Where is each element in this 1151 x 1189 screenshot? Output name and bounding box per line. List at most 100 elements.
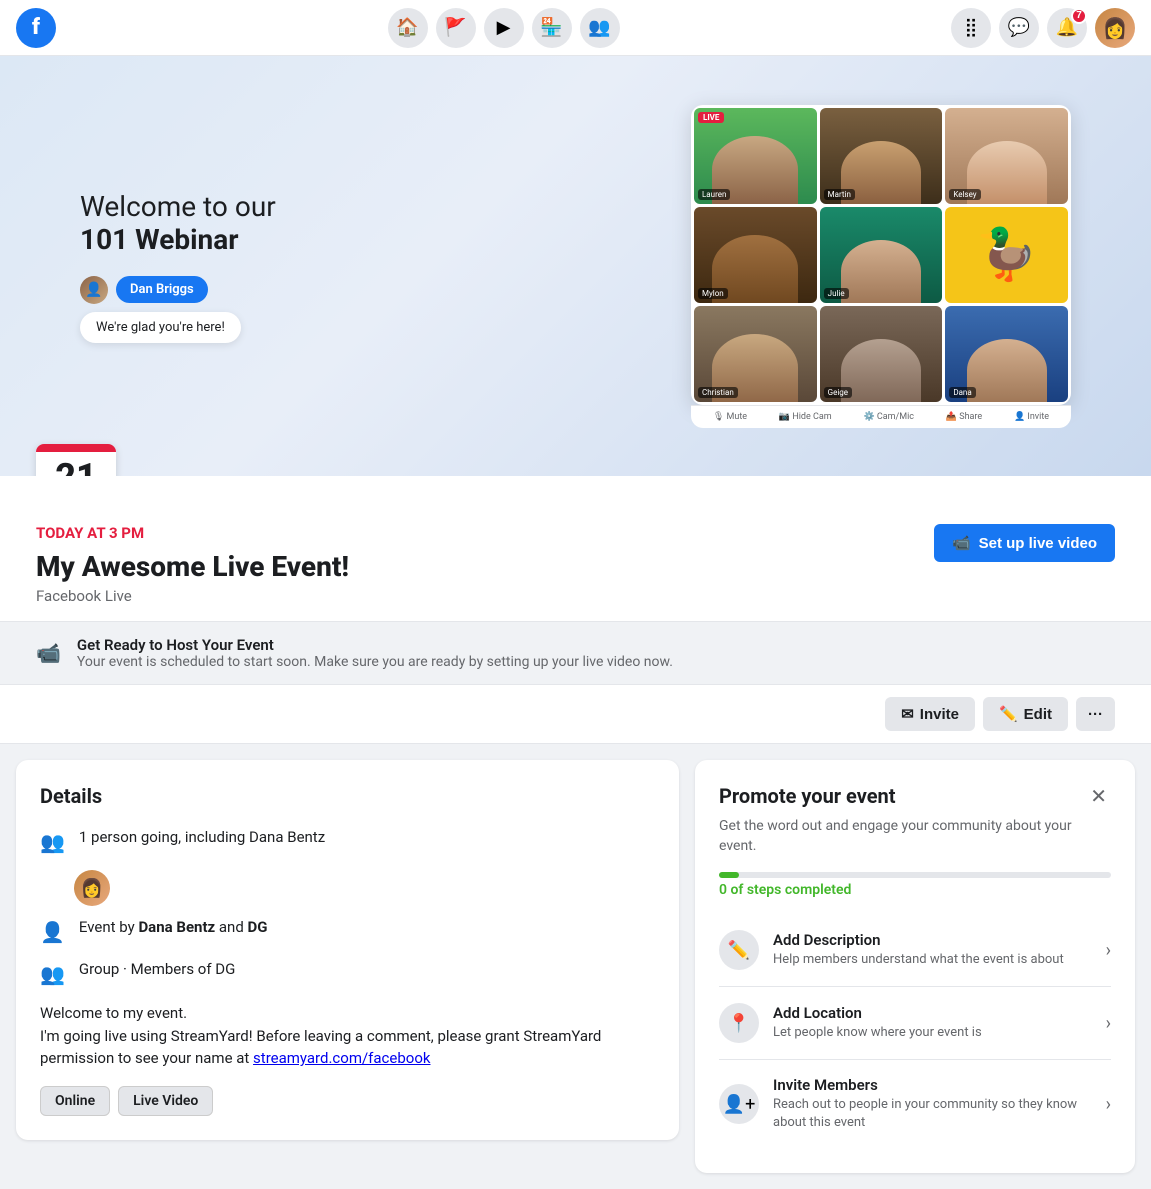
grid-menu-button[interactable]: ⣿	[951, 8, 991, 48]
alert-subtitle: Your event is scheduled to start soon. M…	[77, 654, 673, 670]
progress-bar-track	[719, 872, 1111, 878]
date-badge-top	[36, 444, 116, 452]
home-nav-button[interactable]: 🏠	[388, 8, 428, 48]
invite-video-btn: 👤 Invite	[1014, 412, 1049, 422]
add-description-icon: ✏️	[719, 930, 759, 970]
streamyard-link[interactable]: streamyard.com/facebook	[253, 1049, 430, 1067]
video-cell-dana: Dana	[945, 306, 1068, 402]
cam-mic-btn: ⚙️ Cam/Mic	[863, 412, 914, 422]
steps-completed: 0	[719, 882, 727, 898]
video-cell-martin: Martin	[820, 108, 943, 204]
dan-briggs-bubble: 👤 Dan Briggs	[80, 276, 276, 304]
duck-emoji: 🦆	[976, 226, 1038, 284]
promote-header: Promote your event ✕	[719, 784, 1111, 809]
tag-live-video[interactable]: Live Video	[118, 1086, 213, 1116]
description-chevron-icon: ›	[1106, 940, 1111, 961]
video-toolbar: 🎙 Mute 📷 Hide Cam ⚙️ Cam/Mic 📤 Share 👤 I…	[691, 405, 1071, 428]
invite-label: Invite	[920, 706, 959, 723]
group-row: 👥 Group · Members of DG	[40, 960, 655, 986]
cell-label-martin: Martin	[824, 189, 855, 200]
steps-label: of steps completed	[730, 882, 851, 898]
webinar-video-grid: LIVE Lauren Martin Kelsey	[691, 105, 1071, 405]
pages-nav-button[interactable]: 🚩	[436, 8, 476, 48]
main-content: Details 👥 1 person going, including Dana…	[0, 744, 1151, 1189]
marketplace-nav-button[interactable]: 🏪	[532, 8, 572, 48]
host-icon: 👤	[40, 920, 65, 944]
video-grid-container: LIVE Lauren Martin Kelsey	[691, 105, 1071, 428]
live-badge: LIVE	[698, 112, 724, 123]
promote-item-location[interactable]: 📍 Add Location Let people know where you…	[719, 987, 1111, 1060]
hide-cam-btn: 📷 Hide Cam	[779, 412, 832, 422]
video-cell-kelsey: Kelsey	[945, 108, 1068, 204]
video-cell-mylon: Mylon	[694, 207, 817, 303]
host-name: Dana Bentz	[138, 918, 215, 936]
event-date-time: TODAY AT 3 PM	[36, 524, 349, 542]
attendees-row: 👥 1 person going, including Dana Bentz	[40, 828, 655, 854]
edit-icon: ✏️	[999, 705, 1018, 723]
messenger-button[interactable]: 💬	[999, 8, 1039, 48]
promote-item-invite-text: Invite Members Reach out to people in yo…	[773, 1076, 1092, 1132]
cell-label-dana: Dana	[949, 387, 975, 398]
dana-avatar: 👩	[74, 870, 110, 906]
host-row: 👤 Event by Dana Bentz and DG	[40, 918, 655, 944]
location-chevron-icon: ›	[1106, 1013, 1111, 1034]
host-group: DG	[248, 918, 268, 936]
promote-item-description[interactable]: ✏️ Add Description Help members understa…	[719, 914, 1111, 987]
invite-members-icon: 👤+	[719, 1084, 759, 1124]
details-panel: Details 👥 1 person going, including Dana…	[16, 760, 679, 1140]
promote-item-invite[interactable]: 👤+ Invite Members Reach out to people in…	[719, 1060, 1111, 1148]
live-video-icon: 📹	[952, 534, 971, 552]
top-navigation: f 🏠 🚩 ▶ 🏪 👥 ⣿ 💬 🔔 7 👩	[0, 0, 1151, 56]
event-description-line1: Welcome to my event. I'm going live usin…	[40, 1002, 655, 1070]
add-description-title: Add Description	[773, 931, 1092, 949]
promote-item-location-text: Add Location Let people know where your …	[773, 1004, 1092, 1042]
edit-button[interactable]: ✏️ Edit	[983, 697, 1068, 731]
alert-banner: 📹 Get Ready to Host Your Event Your even…	[0, 621, 1151, 685]
progress-label: 0 of steps completed	[719, 882, 1111, 898]
video-cell-geige: Geige	[820, 306, 943, 402]
more-options-button[interactable]: ···	[1076, 697, 1115, 731]
host-text: Event by Dana Bentz and DG	[79, 918, 268, 936]
dan-avatar: 👤	[80, 276, 108, 304]
hero-banner: Welcome to our 101 Webinar 👤 Dan Briggs …	[0, 56, 1151, 476]
notification-count: 7	[1071, 8, 1087, 24]
video-cell-duck: 🦆	[945, 207, 1068, 303]
setup-live-video-button[interactable]: 📹 Set up live video	[934, 524, 1115, 562]
user-avatar[interactable]: 👩	[1095, 8, 1135, 48]
promote-item-description-text: Add Description Help members understand …	[773, 931, 1092, 969]
add-location-sub: Let people know where your event is	[773, 1024, 1092, 1042]
alert-icon: 📹	[36, 641, 61, 665]
nav-center: 🏠 🚩 ▶ 🏪 👥	[388, 8, 620, 48]
promote-panel: Promote your event ✕ Get the word out an…	[695, 760, 1135, 1173]
share-btn: 📤 Share	[946, 412, 982, 422]
facebook-logo: f	[16, 8, 56, 48]
tag-online[interactable]: Online	[40, 1086, 110, 1116]
setup-live-label: Set up live video	[979, 535, 1097, 552]
hero-content: Welcome to our 101 Webinar 👤 Dan Briggs …	[0, 105, 1151, 428]
nav-left: f	[16, 8, 56, 48]
avatar-image: 👩	[1095, 8, 1135, 48]
add-location-title: Add Location	[773, 1004, 1092, 1022]
promote-close-button[interactable]: ✕	[1086, 784, 1111, 809]
hero-text-area: Welcome to our 101 Webinar 👤 Dan Briggs …	[80, 190, 276, 343]
invite-button[interactable]: ✉ Invite	[885, 697, 975, 731]
event-info-section: TODAY AT 3 PM My Awesome Live Event! Fac…	[0, 476, 1151, 621]
cell-label-lauren: Lauren	[698, 189, 730, 200]
dan-name-badge: Dan Briggs	[116, 276, 208, 303]
event-info-left: TODAY AT 3 PM My Awesome Live Event! Fac…	[36, 524, 349, 605]
cell-label-christian: Christian	[698, 387, 738, 398]
watch-nav-button[interactable]: ▶	[484, 8, 524, 48]
group-icon: 👥	[40, 962, 65, 986]
notifications-button[interactable]: 🔔 7	[1047, 8, 1087, 48]
video-cell-lauren: LIVE Lauren	[694, 108, 817, 204]
date-badge: 21	[36, 444, 116, 476]
groups-nav-button[interactable]: 👥	[580, 8, 620, 48]
event-subtitle: Facebook Live	[36, 587, 349, 605]
promote-title: Promote your event	[719, 784, 896, 808]
cell-label-mylon: Mylon	[698, 288, 728, 299]
cell-label-kelsey: Kelsey	[949, 189, 980, 200]
promote-subtitle: Get the word out and engage your communi…	[719, 817, 1111, 856]
hero-welcome-line1: Welcome to our	[80, 190, 276, 223]
alert-title: Get Ready to Host Your Event	[77, 636, 673, 654]
invite-members-title: Invite Members	[773, 1076, 1092, 1094]
